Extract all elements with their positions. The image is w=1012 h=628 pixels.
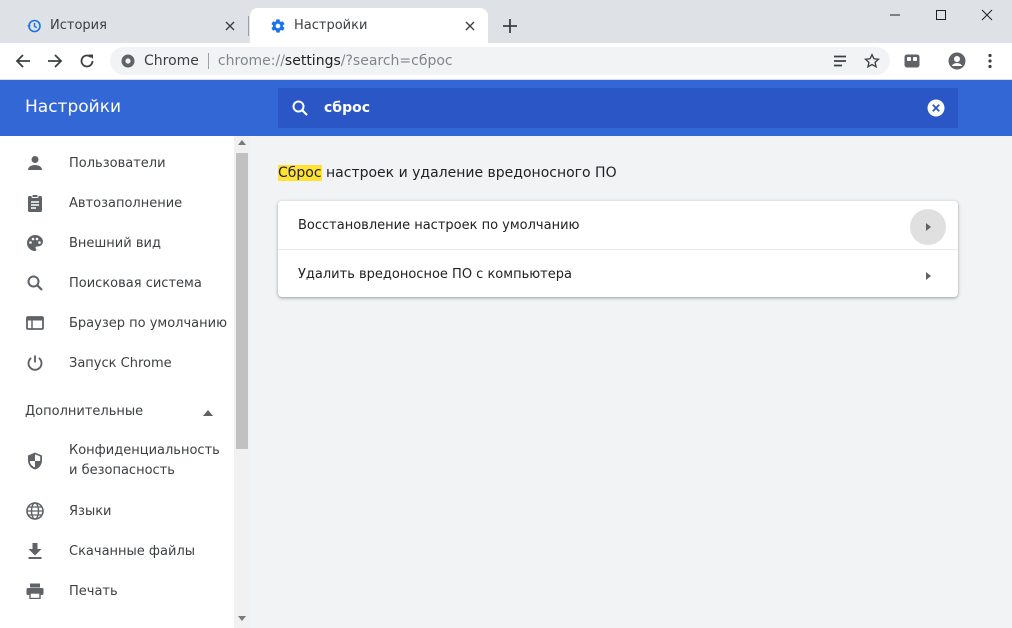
shield-icon (25, 451, 45, 471)
profile-button[interactable] (943, 47, 971, 75)
tab-history[interactable]: История (6, 8, 248, 43)
sidebar-item-default-browser[interactable]: Браузер по умолчанию (0, 303, 234, 343)
plus-icon (503, 19, 517, 33)
sidebar-item-search-engine[interactable]: Поисковая система (0, 263, 234, 303)
settings-header: Настройки (0, 80, 1012, 136)
arrow-left-icon (15, 54, 30, 68)
settings-search[interactable] (278, 88, 958, 128)
url-path: /?search=сброс (340, 53, 453, 69)
address-bar[interactable]: Chrome chrome://settings/?search=сброс (110, 47, 890, 75)
close-window-button[interactable] (964, 0, 1010, 30)
sidebar-item-label: Скачанные файлы (69, 543, 196, 559)
sidebar-item-label: Печать (69, 583, 118, 599)
section-title: Сброс настроек и удаление вредоносного П… (278, 165, 617, 181)
extension-button[interactable] (898, 47, 926, 75)
advanced-label: Дополнительные (25, 404, 144, 419)
reload-button[interactable] (73, 47, 101, 75)
tab-strip: История Настройки (0, 0, 1012, 43)
person-icon (25, 153, 45, 173)
reload-icon (80, 54, 94, 68)
reset-settings-card: Восстановление настроек по умолчанию Уда… (278, 201, 958, 297)
cleanup-computer-row[interactable]: Удалить вредоносное ПО с компьютера (278, 249, 958, 298)
tab-title: Настройки (294, 18, 368, 33)
more-vert-icon (988, 53, 992, 69)
url-scheme: chrome:// (217, 53, 285, 69)
globe-icon (25, 501, 45, 521)
sidebar-item-downloads[interactable]: Скачанные файлы (0, 531, 234, 571)
search-icon (290, 98, 310, 118)
close-icon (981, 9, 993, 21)
settings-main: Сброс настроек и удаление вредоносного П… (250, 136, 1012, 628)
reader-mode-icon (834, 55, 846, 67)
sidebar-item-privacy[interactable]: Конфиденциальность и безопасность (0, 433, 234, 489)
sidebar-item-appearance[interactable]: Внешний вид (0, 223, 234, 263)
printer-icon (25, 581, 45, 601)
caret-up-icon (202, 407, 214, 419)
chevron-right-icon[interactable] (910, 258, 946, 294)
palette-icon (25, 233, 45, 253)
sidebar-item-label: Запуск Chrome (69, 355, 172, 371)
settings-sidebar: Пользователи Автозаполнение Внешний вид … (0, 136, 234, 628)
tab-settings[interactable]: Настройки (250, 8, 488, 43)
row-label: Восстановление настроек по умолчанию (298, 217, 580, 233)
sidebar-item-label: Языки (69, 503, 112, 519)
gear-icon (270, 18, 286, 34)
close-icon[interactable] (222, 18, 238, 34)
chevron-right-icon[interactable] (910, 209, 946, 245)
clipboard-icon (25, 193, 45, 213)
tab-separator (248, 16, 249, 36)
sidebar-item-people[interactable]: Пользователи (0, 143, 234, 183)
page-title: Настройки (25, 97, 122, 117)
maximize-icon (936, 10, 946, 20)
power-icon (25, 353, 45, 373)
clear-search-button[interactable] (926, 98, 946, 118)
star-icon (864, 53, 880, 69)
new-tab-button[interactable] (498, 14, 522, 38)
browser-toolbar: Chrome chrome://settings/?search=сброс (0, 43, 1012, 80)
arrow-right-icon (48, 54, 63, 68)
section-title-text: настроек и удаление вредоносного ПО (321, 165, 617, 181)
sidebar-item-label: Автозаполнение (69, 195, 183, 211)
sidebar-item-label: Пользователи (69, 155, 166, 171)
sidebar-item-printing[interactable]: Печать (0, 571, 234, 611)
forward-button[interactable] (41, 47, 69, 75)
clear-icon (927, 99, 945, 117)
account-circle-icon (948, 52, 966, 70)
sidebar-item-languages[interactable]: Языки (0, 491, 234, 531)
reader-mode-button[interactable] (828, 51, 852, 71)
scroll-up-arrow-icon[interactable] (238, 140, 246, 145)
url-host: settings (284, 53, 341, 69)
scroll-thumb[interactable] (236, 153, 248, 449)
maximize-button[interactable] (918, 0, 964, 30)
minimize-button[interactable] (872, 0, 918, 30)
reset-to-defaults-row[interactable]: Восстановление настроек по умолчанию (278, 201, 958, 249)
sidebar-item-label: Поисковая система (69, 275, 202, 291)
tab-title: История (50, 18, 107, 33)
sidebar-item-on-startup[interactable]: Запуск Chrome (0, 343, 234, 383)
bookmark-star-button[interactable] (860, 51, 884, 71)
sidebar-item-label: Внешний вид (69, 235, 161, 251)
close-icon[interactable] (462, 18, 478, 34)
search-icon (25, 273, 45, 293)
history-icon (26, 18, 42, 34)
row-label: Удалить вредоносное ПО с компьютера (298, 266, 572, 282)
search-highlight: Сброс (278, 165, 322, 181)
omnibox-separator (207, 53, 209, 69)
search-input[interactable] (324, 100, 926, 116)
download-icon (25, 541, 45, 561)
site-label: Chrome (144, 53, 199, 69)
sidebar-item-autofill[interactable]: Автозаполнение (0, 183, 234, 223)
minimize-icon (890, 14, 900, 16)
url-text: chrome://settings/?search=сброс (218, 53, 453, 69)
scroll-down-arrow-icon[interactable] (238, 616, 246, 621)
back-button[interactable] (9, 47, 37, 75)
extension-icon (904, 54, 920, 68)
sidebar-advanced-toggle[interactable]: Дополнительные (0, 397, 234, 427)
sidebar-item-label: Конфиденциальность и безопасность (69, 443, 220, 478)
sidebar-item-label: Браузер по умолчанию (69, 315, 228, 331)
sidebar-scrollbar[interactable] (234, 136, 250, 628)
chrome-icon (120, 53, 136, 69)
menu-button[interactable] (976, 47, 1004, 75)
browser-window-icon (25, 313, 45, 333)
